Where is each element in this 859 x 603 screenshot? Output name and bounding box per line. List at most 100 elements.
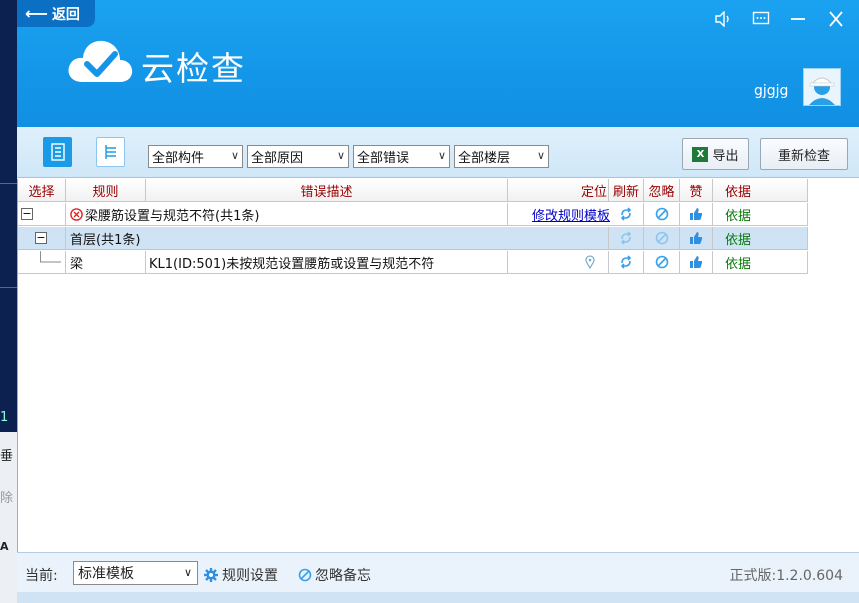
thumbs-up-icon [690, 232, 703, 244]
rule-settings-button[interactable]: 规则设置 [203, 565, 278, 585]
item-ignore-cell[interactable] [644, 251, 680, 274]
ignore-notes-button[interactable]: 忽略备忘 [298, 565, 371, 585]
edit-rule-template-link[interactable]: 修改规则模板 [532, 205, 610, 224]
item-refresh-cell[interactable] [609, 251, 644, 274]
floor-filter-value: 全部楼层 [458, 151, 511, 166]
floor-filter[interactable]: 全部楼层 ∨ [454, 145, 549, 168]
tree-connector [40, 251, 62, 262]
collapse-icon[interactable]: − [21, 208, 33, 220]
location-pin-icon [585, 255, 595, 269]
col-locate-header[interactable]: 定位 [508, 179, 609, 202]
group-basis-cell: 依据 [713, 203, 808, 226]
floor-basis-cell: 依据 [713, 227, 808, 250]
component-filter[interactable]: 全部构件 ∨ [148, 145, 243, 168]
background-line [0, 287, 17, 288]
results-grid: 选择 规则 错误描述 定位 刷新 忽略 赞 依据 − 梁腰筋设置与规范不符(共1… [17, 179, 859, 552]
basis-link[interactable]: 依据 [725, 253, 751, 272]
item-like-cell[interactable] [680, 251, 713, 274]
back-arrow-icon: ⟵ [25, 4, 48, 23]
basis-link[interactable]: 依据 [725, 205, 751, 224]
floor-title-cell: 首层(共1条) [66, 227, 609, 250]
item-description-cell: KL1(ID:501)未按规范设置腰筋或设置与规范不符 [146, 251, 508, 274]
refresh-icon [620, 255, 632, 269]
worker-avatar-icon [809, 77, 835, 105]
recheck-label: 重新检查 [777, 148, 830, 164]
item-rule-cell: 梁 [66, 251, 146, 274]
error-icon [70, 207, 83, 221]
minimize-icon[interactable] [785, 6, 811, 32]
message-icon[interactable] [748, 6, 774, 32]
group-refresh-cell[interactable] [609, 203, 644, 226]
item-basis-cell: 依据 [713, 251, 808, 274]
avatar[interactable] [803, 68, 841, 106]
refresh-icon [620, 207, 632, 221]
col-like-header[interactable]: 赞 [680, 179, 713, 202]
refresh-icon [620, 231, 632, 245]
ignore-icon [655, 207, 668, 221]
col-basis-header[interactable]: 依据 [713, 179, 808, 202]
background-text: 除 [0, 491, 14, 506]
thumbs-up-icon [690, 208, 703, 220]
tree-line-cell [18, 251, 66, 274]
component-filter-value: 全部构件 [152, 151, 205, 166]
filter-toolbar: 全部构件 ∨ 全部原因 ∨ 全部错误 ∨ 全部楼层 ∨ X 导出 重新检查 [17, 127, 859, 178]
excel-icon: X [692, 146, 709, 162]
close-icon[interactable] [823, 6, 849, 32]
cloud-check-window: ⟵ 返回 云检查 gjgjg 全部构件 ∨ 全部原因 ∨ 全部错误 ∨ 全部楼层… [17, 0, 859, 603]
floor-refresh-cell[interactable] [609, 227, 644, 250]
background-text: 垂 [0, 449, 14, 464]
rule-group-row[interactable]: − 梁腰筋设置与规范不符(共1条) 修改规则模板 依据 [18, 203, 808, 226]
background-line [0, 183, 17, 184]
list-view-icon[interactable] [43, 137, 72, 167]
rule-settings-label: 规则设置 [222, 568, 278, 584]
floor-title: 首层(共1条) [70, 232, 141, 248]
item-description: KL1(ID:501)未按规范设置腰筋或设置与规范不符 [149, 256, 435, 272]
floor-group-row[interactable]: − 首层(共1条) 依据 [18, 227, 808, 250]
export-button[interactable]: X 导出 [682, 138, 749, 170]
current-template-label: 当前: [25, 568, 58, 584]
back-button[interactable]: ⟵ 返回 [17, 0, 95, 27]
chevron-down-icon: ∨ [437, 149, 446, 162]
export-label: 导出 [712, 148, 739, 164]
template-select[interactable]: 标准模板 ∨ [73, 561, 198, 585]
template-select-value: 标准模板 [78, 566, 134, 582]
version-text: 正式版:1.2.0.604 [729, 568, 843, 584]
group-title-cell: 梁腰筋设置与规范不符(共1条) [66, 203, 508, 226]
chevron-down-icon: ∨ [183, 566, 192, 579]
error-filter-value: 全部错误 [357, 151, 410, 166]
ignore-notes-label: 忽略备忘 [315, 568, 371, 584]
chevron-down-icon: ∨ [336, 149, 345, 162]
bottom-strip [17, 592, 859, 603]
collapse-icon[interactable]: − [35, 232, 47, 244]
floor-toggle-cell: − [18, 227, 66, 250]
reason-filter-value: 全部原因 [251, 151, 304, 166]
item-locate-cell[interactable] [508, 251, 609, 274]
status-bar: 当前: 标准模板 ∨ 规则设置 忽略备忘 正式版:1.2.0.604 [17, 552, 859, 592]
cloud-check-logo-icon [68, 40, 133, 82]
tree-view-icon[interactable] [96, 137, 125, 167]
background-app-strip: 1 垂 除 A [0, 0, 17, 603]
recheck-button[interactable]: 重新检查 [760, 138, 848, 170]
floor-ignore-cell[interactable] [644, 227, 680, 250]
background-text: 1 [0, 410, 17, 425]
window-header: ⟵ 返回 云检查 gjgjg [17, 0, 859, 127]
col-refresh-header[interactable]: 刷新 [609, 179, 644, 202]
table-row[interactable]: 梁 KL1(ID:501)未按规范设置腰筋或设置与规范不符 依据 [18, 251, 808, 274]
back-label: 返回 [51, 6, 80, 23]
col-description-header[interactable]: 错误描述 [146, 179, 508, 202]
chevron-down-icon: ∨ [230, 149, 239, 162]
col-ignore-header[interactable]: 忽略 [644, 179, 680, 202]
reason-filter[interactable]: 全部原因 ∨ [247, 145, 349, 168]
col-select-header[interactable]: 选择 [18, 179, 66, 202]
error-filter[interactable]: 全部错误 ∨ [353, 145, 450, 168]
grid-header-row: 选择 规则 错误描述 定位 刷新 忽略 赞 依据 [18, 179, 808, 202]
floor-like-cell[interactable] [680, 227, 713, 250]
basis-link[interactable]: 依据 [725, 229, 751, 248]
group-like-cell[interactable] [680, 203, 713, 226]
user-name: gjgjg [754, 83, 789, 99]
sound-icon[interactable] [710, 6, 736, 32]
col-rule-header[interactable]: 规则 [66, 179, 146, 202]
chevron-down-icon: ∨ [536, 149, 545, 162]
group-ignore-cell[interactable] [644, 203, 680, 226]
group-toggle-cell: − [18, 203, 66, 226]
